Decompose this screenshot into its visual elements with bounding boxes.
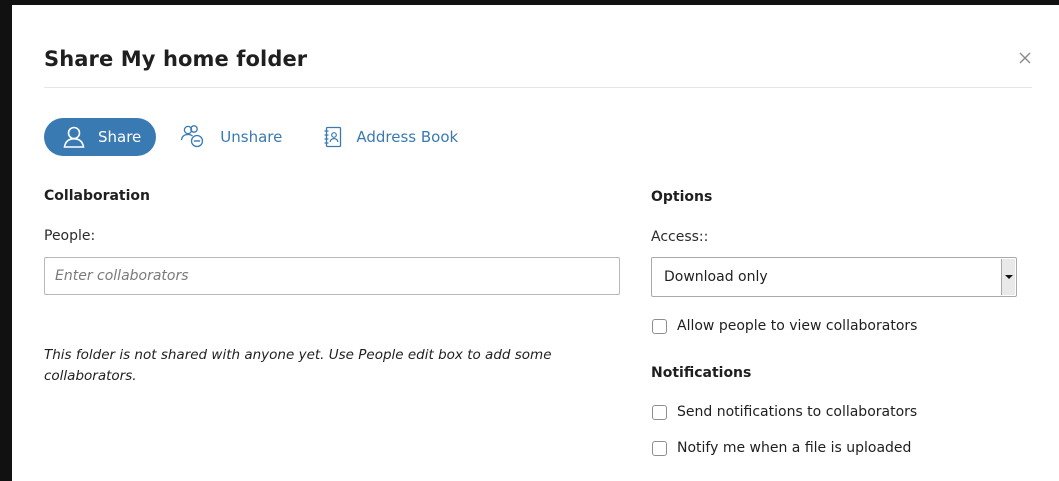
notify-upload-option[interactable]: Notify me when a file is uploaded [652,440,911,456]
collaboration-heading: Collaboration [44,188,151,204]
send-notifications-option[interactable]: Send notifications to collaborators [652,404,917,420]
sharing-info-text: This folder is not shared with anyone ye… [44,347,552,384]
people-input[interactable] [44,257,620,295]
window-frame: Share My home folder Share Unshare Addre… [0,0,1059,481]
window-border-left [0,0,12,481]
dialog-title: Share My home folder [44,47,308,71]
address-book-icon [322,125,344,149]
tab-share[interactable]: Share [44,118,157,156]
options-heading: Options [651,189,713,205]
send-notifications-checkbox[interactable] [652,404,667,420]
unshare-users-icon [180,124,208,150]
tab-unshare[interactable]: Unshare [180,118,282,156]
allow-view-collaborators-checkbox[interactable] [652,318,667,334]
people-label: People: [44,228,96,244]
tab-share-label: Share [98,128,142,146]
tab-address-book-label: Address Book [356,128,459,146]
close-icon[interactable] [1016,49,1034,67]
tab-unshare-label: Unshare [220,128,283,146]
access-select[interactable]: Download only [651,257,1017,297]
user-icon [62,125,86,149]
chevron-down-icon[interactable] [1001,259,1015,295]
share-tabs: Share Unshare Address Book [44,117,458,157]
allow-view-collaborators-option[interactable]: Allow people to view collaborators [652,318,917,334]
notifications-heading: Notifications [651,365,752,381]
tab-address-book[interactable]: Address Book [322,118,458,156]
access-select-value: Download only [664,269,768,285]
send-notifications-label: Send notifications to collaborators [677,404,918,420]
access-label: Access:: [651,229,709,245]
notify-upload-checkbox[interactable] [652,440,667,456]
notify-upload-label: Notify me when a file is uploaded [677,440,912,456]
header-divider [44,87,1032,88]
allow-view-collaborators-label: Allow people to view collaborators [677,318,918,334]
share-dialog: Share My home folder Share Unshare Addre… [12,5,1059,481]
